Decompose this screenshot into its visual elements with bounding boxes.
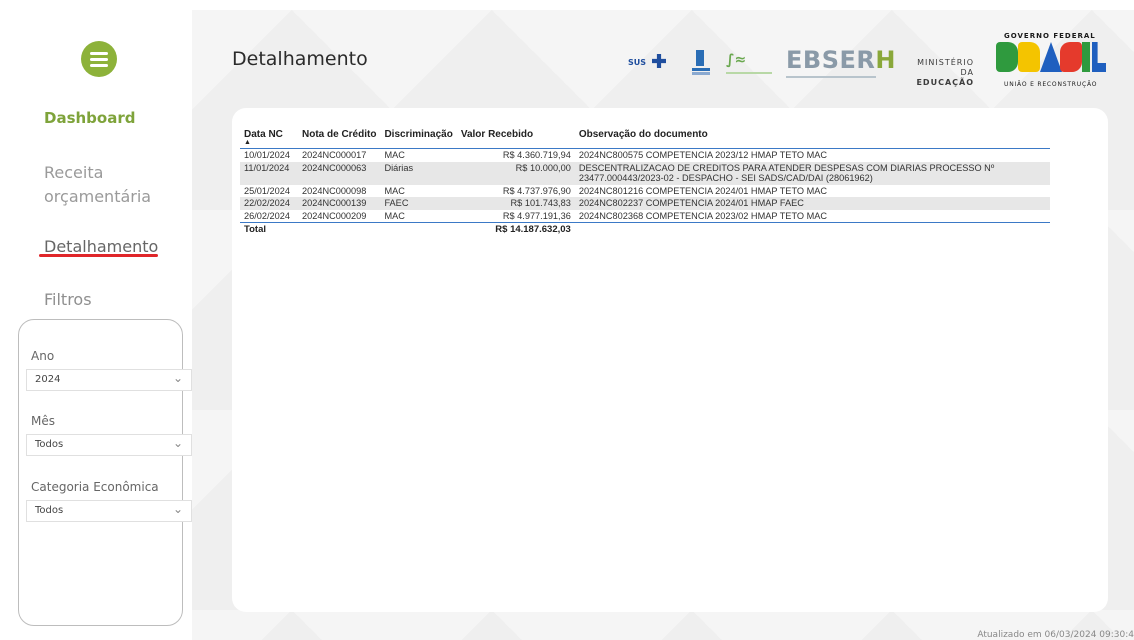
column-header-data-nc[interactable]: Data NC ▲ — [240, 128, 298, 149]
chevron-down-icon: ⌄ — [172, 502, 183, 516]
hamburger-icon[interactable] — [81, 41, 117, 77]
filter-categoria-select[interactable]: Todos ⌄ — [26, 500, 192, 522]
filter-ano-select[interactable]: 2024 ⌄ — [26, 369, 192, 391]
filter-categoria-value: Todos — [35, 505, 64, 516]
total-label: Total — [244, 224, 266, 235]
logo-bar: SUS ∫≈ EBSERH MINISTÉRIO DA EDUCAÇÃO GOV… — [628, 30, 1128, 100]
table-row[interactable]: 11/01/2024 2024NC000063 Diárias R$ 10.00… — [240, 161, 1050, 185]
hospital-logo — [692, 50, 710, 76]
details-table-card: Data NC ▲ Nota de Crédito Discriminação V… — [232, 108, 1108, 612]
ebserh-logo: EBSERH — [786, 46, 896, 78]
filters-panel: Ano 2024 ⌄ Mês Todos ⌄ Categoria Econômi… — [18, 319, 192, 626]
chevron-down-icon: ⌄ — [172, 436, 183, 450]
sidebar: Dashboard Receita orçamentária Detalhame… — [0, 0, 192, 640]
column-header-observacao[interactable]: Observação do documento — [575, 128, 1050, 149]
total-value: R$ 14.187.632,03 — [495, 224, 571, 235]
mec-logo: MINISTÉRIO DA EDUCAÇÃO — [916, 58, 974, 87]
column-header-discriminacao[interactable]: Discriminação — [380, 128, 456, 149]
cross-icon — [652, 54, 666, 68]
table-row[interactable]: 22/02/2024 2024NC000139 FAEC R$ 101.743,… — [240, 197, 1050, 210]
nav-filtros: Filtros — [44, 290, 92, 309]
university-hospital-logo: ∫≈ — [726, 52, 774, 78]
filter-categoria-label: Categoria Econômica — [31, 480, 159, 494]
nav-dashboard[interactable]: Dashboard — [44, 106, 135, 130]
table-total-row: Total R$ 14.187.632,03 — [240, 223, 1050, 237]
table-row[interactable]: 10/01/2024 2024NC000017 MAC R$ 4.360.719… — [240, 149, 1050, 162]
active-nav-underline — [39, 254, 158, 257]
filter-mes-value: Todos — [35, 439, 64, 450]
chevron-down-icon: ⌄ — [172, 371, 183, 385]
governo-federal-logo: GOVERNO FEDERAL UNIÃO E RECONSTRUÇÃO — [996, 30, 1108, 100]
nav-receita-orcamentaria[interactable]: Receita orçamentária — [44, 161, 164, 209]
filter-ano-value: 2024 — [35, 374, 61, 385]
column-header-nota-credito[interactable]: Nota de Crédito — [298, 128, 380, 149]
main-area: Detalhamento SUS ∫≈ EBSERH MINISTÉRIO DA… — [192, 10, 1134, 640]
sort-ascending-icon: ▲ — [244, 139, 251, 146]
filter-ano-label: Ano — [31, 349, 55, 363]
filter-mes-select[interactable]: Todos ⌄ — [26, 434, 192, 456]
table-row[interactable]: 26/02/2024 2024NC000209 MAC R$ 4.977.191… — [240, 210, 1050, 223]
table-row[interactable]: 25/01/2024 2024NC000098 MAC R$ 4.737.976… — [240, 185, 1050, 198]
last-updated-text: Atualizado em 06/03/2024 09:30:4 — [977, 630, 1134, 640]
sus-logo: SUS — [628, 52, 680, 74]
filter-mes-label: Mês — [31, 414, 55, 428]
column-header-valor-recebido[interactable]: Valor Recebido — [457, 128, 575, 149]
brasil-wordmark — [996, 42, 1106, 72]
page-title: Detalhamento — [232, 48, 368, 70]
details-table[interactable]: Data NC ▲ Nota de Crédito Discriminação V… — [240, 128, 1050, 237]
table-header-row: Data NC ▲ Nota de Crédito Discriminação V… — [240, 128, 1050, 149]
